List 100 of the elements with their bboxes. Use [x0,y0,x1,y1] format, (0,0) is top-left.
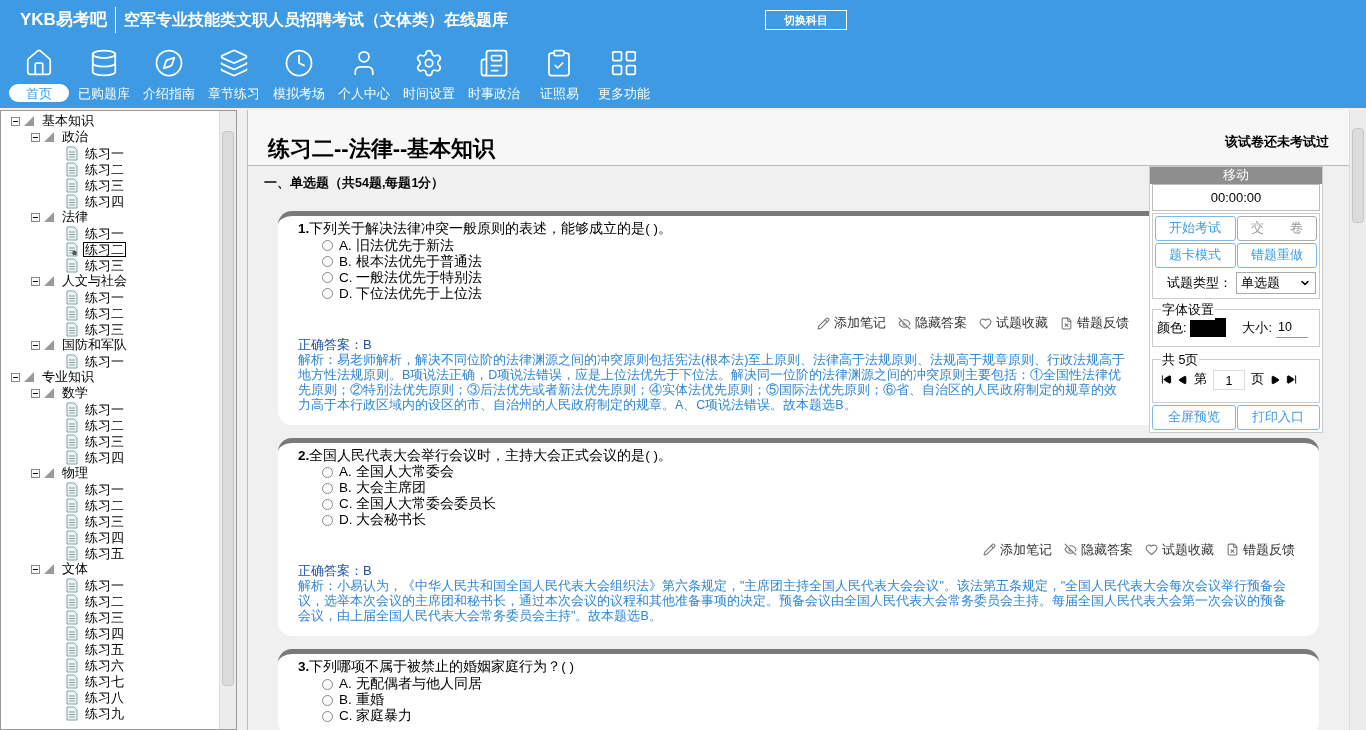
tree-item[interactable]: 练习一 [83,146,126,160]
tree-item[interactable]: 练习四 [83,626,126,640]
document-icon [66,625,78,641]
compass-icon[interactable] [154,48,184,78]
type-select[interactable]: 单选题 [1236,272,1316,294]
tree-item[interactable]: 练习五 [83,642,126,656]
document-icon [66,417,78,433]
tree-item[interactable]: 练习四 [83,530,126,544]
collapse-toggle[interactable] [31,340,40,350]
radio-button[interactable] [322,694,333,706]
action-link[interactable]: 错题反馈 [1060,313,1129,333]
document-icon [66,545,78,561]
triangle-icon [44,212,54,222]
app-logo: YKB易考吧 [20,7,116,33]
first-page-icon[interactable] [1161,374,1172,386]
collapse-toggle[interactable] [31,468,40,478]
radio-button[interactable] [322,467,333,478]
radio-button[interactable] [322,710,333,722]
tree-item[interactable]: 练习九 [83,706,126,720]
tree-node[interactable]: 国防和军队 [62,335,127,355]
tree-item[interactable]: 练习六 [83,658,126,672]
tree-item[interactable]: 练习三 [83,322,126,336]
tree-item[interactable]: 练习一 [83,402,126,416]
tree-item[interactable]: 练习五 [83,546,126,560]
tree-item[interactable]: 练习三 [83,610,126,624]
option-text[interactable]: D. 下位法优先于上位法 [339,283,483,304]
content-scrollbar[interactable] [1349,110,1366,730]
newspaper-icon[interactable] [479,48,509,78]
action-link[interactable]: 错题反馈 [1226,540,1295,560]
radio-button[interactable] [322,256,333,268]
radio-button[interactable] [322,678,333,690]
color-swatch[interactable] [1190,318,1227,338]
action-link[interactable]: 试题收藏 [979,313,1048,333]
page-field[interactable]: 1 [1213,369,1245,390]
document-icon [66,177,78,193]
tree-item[interactable]: 练习二 [83,594,126,608]
tree-item[interactable]: 练习三 [83,258,126,272]
action-link[interactable]: 添加笔记 [817,313,886,333]
radio-button[interactable] [322,240,333,252]
tree-node[interactable]: 法律 [62,207,88,227]
tree-node[interactable]: 文体 [62,559,88,579]
radio-button[interactable] [322,272,333,284]
radio-button[interactable] [322,515,333,526]
action-link[interactable]: 隐藏答案 [1064,540,1133,560]
document-icon [1226,543,1239,557]
document-icon [66,529,78,545]
option-text[interactable]: D. 大会秘书长 [339,510,427,531]
document-icon [66,593,78,609]
radio-button[interactable] [322,499,333,510]
grid-icon[interactable] [609,48,639,78]
tree-item[interactable]: 练习二 [83,418,126,432]
triangle-icon [44,340,54,350]
radio-button[interactable] [322,288,333,300]
next-page-icon[interactable] [1270,374,1280,385]
tree-item[interactable]: 练习二 [83,498,126,512]
tree-node[interactable]: 人文与社会 [62,271,127,291]
tree-item[interactable]: 练习二 [83,241,126,257]
action-link[interactable]: 试题收藏 [1145,540,1214,560]
collapse-toggle[interactable] [11,116,20,126]
answer-analysis: 解析：易老师解析，解决不同位阶的法律渊源之间的冲突原则包括宪法(根本法)至上原则、法律高于法规原则、法规高于规章原则、行政法规高于地方性法规原则。B项说法正确，D项说法错误，应是上位法优先于下位法。解决同一位阶的法律渊源之间的冲突原则主要包括：①全国性法律优先原则；②特别法优先原则；③后法优先或者新法优先原则；④实体法优先原则；⑤国际法优先原则；⑥省、自治区的人民政府制定的规章的效力高于本行政区域内的设区的市、自治州的人民政府制定的规章。A、C项说法错误。故本题选B。 [298,352,1127,413]
database-icon[interactable] [89,48,119,78]
house-icon[interactable] [24,48,54,78]
document-icon [66,353,78,369]
collapse-toggle[interactable] [31,132,40,142]
option-text[interactable]: C. 家庭暴力 [339,706,413,727]
collapse-toggle[interactable] [31,276,40,286]
action-link[interactable]: 隐藏答案 [898,313,967,333]
size-field[interactable]: 10 [1275,318,1308,338]
tree-item[interactable]: 练习一 [83,226,126,240]
tree-item[interactable]: 练习一 [83,482,126,496]
tree-item[interactable]: 练习三 [83,178,126,192]
tree-item[interactable]: 练习八 [83,690,126,704]
settings-icon[interactable] [414,48,444,78]
document-icon [66,657,78,673]
tree-node[interactable]: 物理 [62,463,88,483]
collapse-toggle[interactable] [31,388,40,398]
tree-item[interactable]: 练习三 [83,514,126,528]
collapse-toggle[interactable] [31,564,40,574]
last-page-icon[interactable] [1286,374,1297,386]
tree-item[interactable]: 练习七 [83,674,126,688]
exam-status: 该试卷还未考试过 [1225,132,1329,151]
tree-item[interactable]: 练习二 [83,162,126,176]
tree-item[interactable]: 练习三 [83,434,126,448]
question-text: 3.下列哪项不属于被禁止的婚姻家庭行为？( ) [298,658,575,676]
pencil-icon [817,316,830,330]
tree-scrollbar[interactable] [219,111,236,729]
action-link[interactable]: 添加笔记 [983,540,1052,560]
tree-item[interactable]: 练习四 [83,194,126,208]
collapse-toggle[interactable] [11,372,20,382]
tree-item[interactable]: 练习二 [83,306,126,320]
previous-page-icon[interactable] [1178,374,1188,385]
eye-off-icon [1064,543,1077,557]
clock-icon[interactable] [284,48,314,78]
tree-item[interactable]: 练习一 [83,578,126,592]
layers-icon[interactable] [219,48,249,78]
tree-item[interactable]: 练习一 [83,290,126,304]
collapse-toggle[interactable] [31,212,40,222]
tree-item[interactable]: 练习四 [83,450,126,464]
tree-item[interactable]: 练习一 [83,354,126,368]
radio-button[interactable] [322,483,333,494]
